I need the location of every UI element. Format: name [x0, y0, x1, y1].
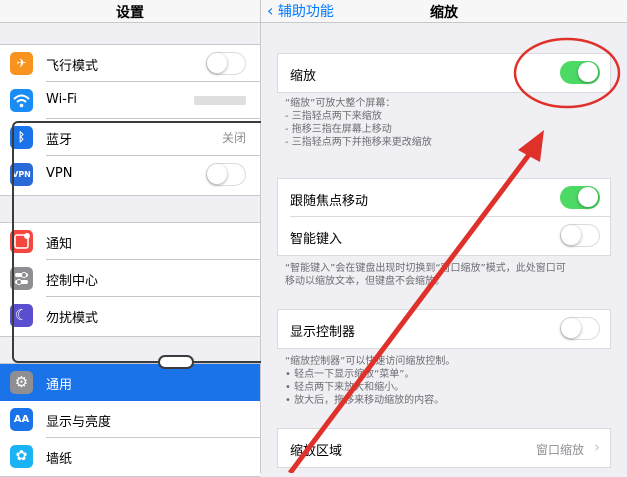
annotation-overlay [288, 37, 621, 473]
annotation-arrow-shaft [288, 146, 536, 473]
annotation-circle [513, 37, 621, 109]
annotation-arrow-head [518, 130, 544, 162]
